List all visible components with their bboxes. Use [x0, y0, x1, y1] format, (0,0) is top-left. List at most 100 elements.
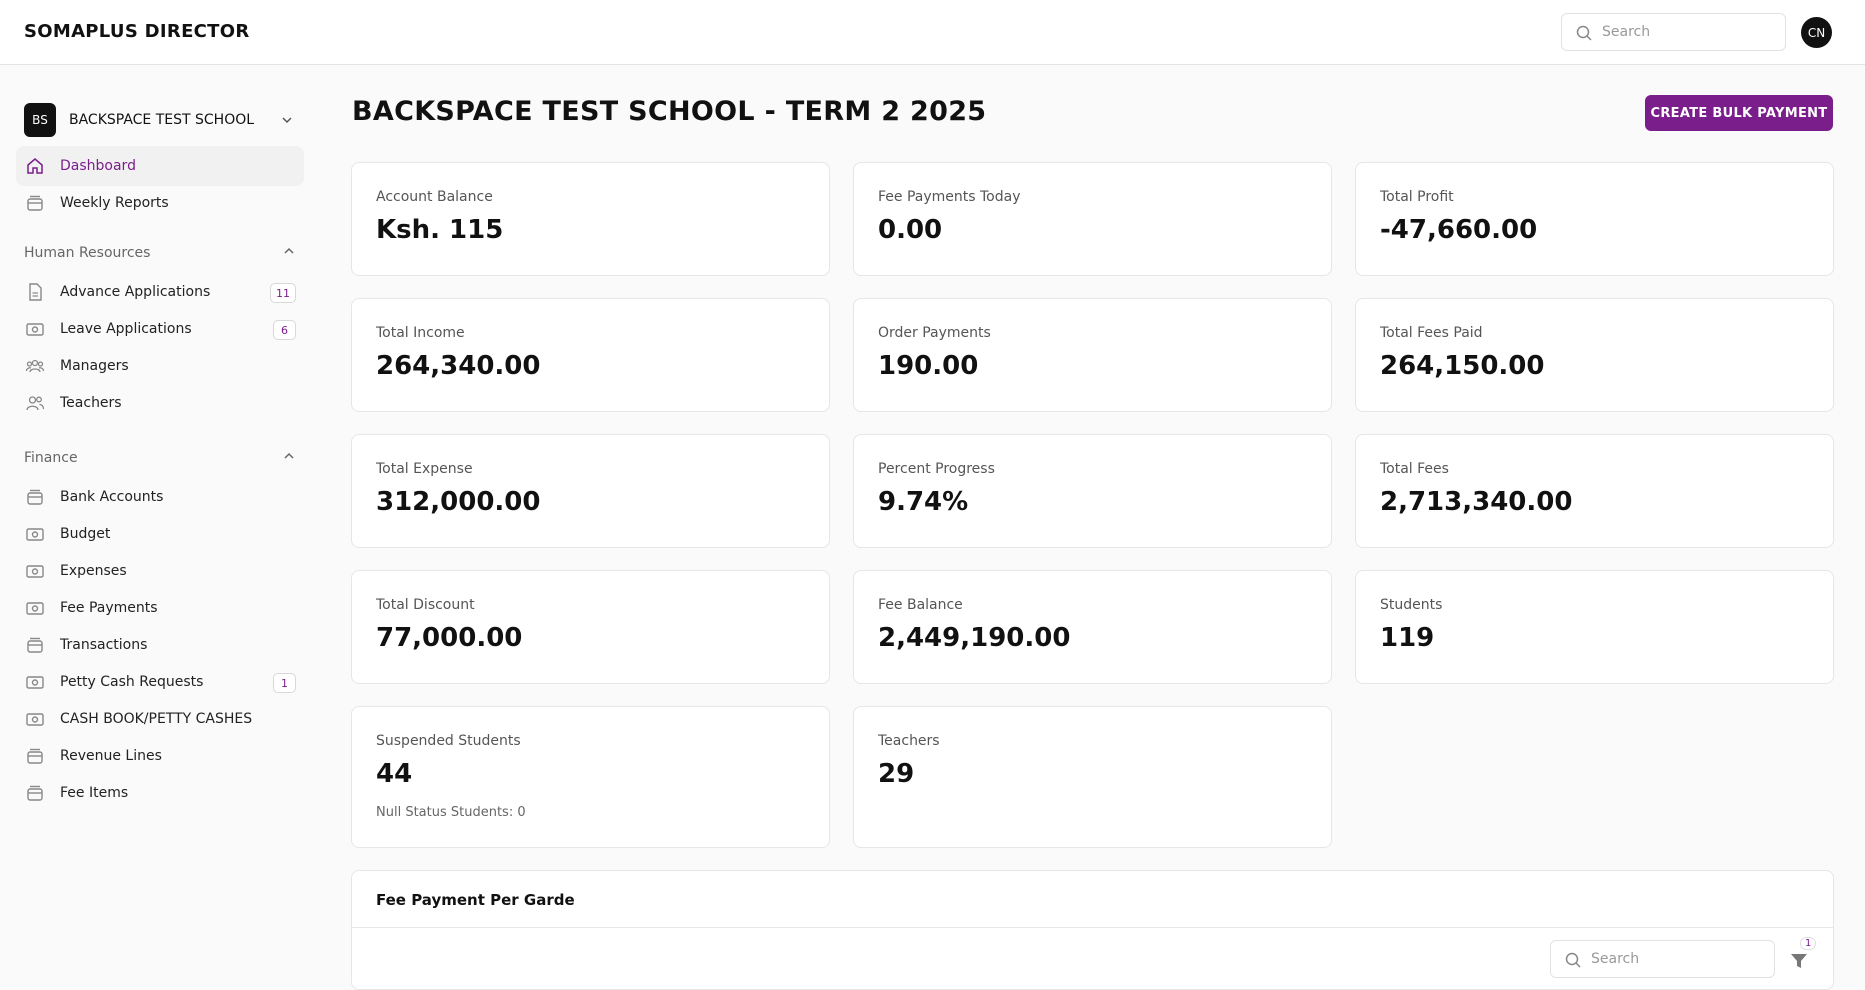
- sidebar-item-bank-accounts[interactable]: Bank Accounts: [16, 477, 304, 517]
- stat-value: 2,449,190.00: [878, 623, 1071, 653]
- sidebar-item-budget[interactable]: Budget: [16, 514, 304, 554]
- top-bar: SOMAPLUS DIRECTOR Search CN: [0, 0, 1865, 65]
- stat-value: 119: [1380, 623, 1435, 653]
- user-avatar[interactable]: CN: [1801, 17, 1832, 48]
- sidebar-item-transactions[interactable]: Transactions: [16, 625, 304, 665]
- filter-icon[interactable]: [1789, 951, 1809, 971]
- sidebar-item-label: Revenue Lines: [60, 748, 162, 764]
- school-switcher[interactable]: BS BACKSPACE TEST SCHOOL: [24, 103, 294, 137]
- app-brand: SOMAPLUS DIRECTOR: [24, 21, 250, 42]
- stat-value: 264,340.00: [376, 351, 541, 381]
- sidebar-item-fee-items[interactable]: Fee Items: [16, 773, 304, 813]
- sidebar-item-fee-payments[interactable]: Fee Payments: [16, 588, 304, 628]
- archive-icon: [24, 745, 46, 767]
- school-name: BACKSPACE TEST SCHOOL: [69, 112, 255, 128]
- users-group-icon: [24, 355, 46, 377]
- stat-value: -47,660.00: [1380, 215, 1538, 245]
- section-header-human-resources[interactable]: Human Resources: [24, 244, 296, 262]
- stat-value: 29: [878, 759, 915, 789]
- document-icon: [24, 281, 46, 303]
- sidebar-item-label: Managers: [60, 358, 129, 374]
- stat-label: Account Balance: [376, 189, 493, 205]
- banknote-icon: [24, 318, 46, 340]
- stat-card-fee-balance: Fee Balance 2,449,190.00: [853, 570, 1332, 684]
- search-placeholder: Search: [1591, 951, 1640, 967]
- search-icon: [1565, 952, 1581, 972]
- archive-icon: [24, 192, 46, 214]
- stat-value: 264,150.00: [1380, 351, 1545, 381]
- sidebar-item-label: Weekly Reports: [60, 195, 169, 211]
- sidebar-item-leave-applications[interactable]: Leave Applications 6: [16, 309, 304, 349]
- count-badge: 11: [270, 283, 296, 303]
- stat-card-total-discount: Total Discount 77,000.00: [351, 570, 830, 684]
- create-bulk-payment-button[interactable]: CREATE BULK PAYMENT: [1645, 95, 1833, 131]
- stat-card-fee-payments-today: Fee Payments Today 0.00: [853, 162, 1332, 276]
- stat-value: 9.74%: [878, 487, 969, 517]
- stat-label: Total Profit: [1380, 189, 1454, 205]
- stat-label: Total Expense: [376, 461, 473, 477]
- sidebar-item-label: Leave Applications: [60, 321, 192, 337]
- stat-value: 2,713,340.00: [1380, 487, 1573, 517]
- stat-card-students: Students 119: [1355, 570, 1834, 684]
- sidebar-item-expenses[interactable]: Expenses: [16, 551, 304, 591]
- stat-card-order-payments: Order Payments 190.00: [853, 298, 1332, 412]
- stat-label: Teachers: [878, 733, 940, 749]
- global-search-input[interactable]: Search: [1561, 13, 1786, 51]
- stat-label: Total Fees: [1380, 461, 1449, 477]
- chevron-up-icon: [282, 449, 296, 467]
- stat-card-total-income: Total Income 264,340.00: [351, 298, 830, 412]
- stat-value: 312,000.00: [376, 487, 541, 517]
- sidebar-item-label: Dashboard: [60, 158, 136, 174]
- stat-label: Total Fees Paid: [1380, 325, 1483, 341]
- sidebar-item-label: Fee Payments: [60, 600, 158, 616]
- sidebar-item-label: Advance Applications: [60, 284, 211, 300]
- count-badge: 6: [273, 320, 296, 340]
- section-header-finance[interactable]: Finance: [24, 449, 296, 467]
- filter-count-badge: 1: [1800, 937, 1817, 950]
- sidebar-item-weekly-reports[interactable]: Weekly Reports: [16, 183, 304, 223]
- sidebar-item-label: Fee Items: [60, 785, 129, 801]
- sidebar-item-label: Transactions: [60, 637, 148, 653]
- stat-value: 0.00: [878, 215, 943, 245]
- school-badge: BS: [24, 103, 56, 137]
- sidebar-item-label: Expenses: [60, 563, 127, 579]
- banknote-icon: [24, 560, 46, 582]
- sidebar-item-managers[interactable]: Managers: [16, 346, 304, 386]
- sidebar-item-advance-applications[interactable]: Advance Applications 11: [16, 272, 304, 312]
- sidebar-item-label: Petty Cash Requests: [60, 674, 204, 690]
- grade-search-input[interactable]: Search: [1550, 940, 1775, 978]
- sidebar-item-label: CASH BOOK/PETTY CASHES: [60, 711, 253, 727]
- stat-label: Percent Progress: [878, 461, 995, 477]
- stat-label: Order Payments: [878, 325, 991, 341]
- sidebar-item-label: Budget: [60, 526, 111, 542]
- banknote-icon: [24, 671, 46, 693]
- sidebar-item-label: Bank Accounts: [60, 489, 164, 505]
- stat-card-teachers: Teachers 29: [853, 706, 1332, 848]
- stat-label: Fee Balance: [878, 597, 963, 613]
- stat-value: 77,000.00: [376, 623, 523, 653]
- page-title: BACKSPACE TEST SCHOOL - TERM 2 2025: [352, 96, 987, 127]
- search-placeholder: Search: [1602, 24, 1651, 40]
- stat-card-percent-progress: Percent Progress 9.74%: [853, 434, 1332, 548]
- stat-card-total-fees: Total Fees 2,713,340.00: [1355, 434, 1834, 548]
- stat-card-total-fees-paid: Total Fees Paid 264,150.00: [1355, 298, 1834, 412]
- archive-icon: [24, 486, 46, 508]
- stat-card-total-profit: Total Profit -47,660.00: [1355, 162, 1834, 276]
- stat-label: Suspended Students: [376, 733, 521, 749]
- home-icon: [24, 155, 46, 177]
- sidebar-item-cash-book-petty-cashes[interactable]: CASH BOOK/PETTY CASHES: [16, 699, 304, 739]
- sidebar-item-revenue-lines[interactable]: Revenue Lines: [16, 736, 304, 776]
- sidebar-item-dashboard[interactable]: Dashboard: [16, 146, 304, 186]
- banknote-icon: [24, 708, 46, 730]
- section-title: Finance: [24, 450, 78, 466]
- sidebar-item-teachers[interactable]: Teachers: [16, 383, 304, 423]
- sidebar: BS BACKSPACE TEST SCHOOL Dashboard Weekly…: [0, 65, 320, 978]
- stat-card-account-balance: Account Balance Ksh. 115: [351, 162, 830, 276]
- archive-icon: [24, 634, 46, 656]
- stat-label: Students: [1380, 597, 1443, 613]
- panel-divider: [352, 927, 1833, 928]
- sidebar-item-petty-cash-requests[interactable]: Petty Cash Requests 1: [16, 662, 304, 702]
- stat-value: Ksh. 115: [376, 215, 504, 245]
- fee-payment-per-grade-panel: Fee Payment Per Garde Search 1: [351, 870, 1834, 990]
- archive-icon: [24, 782, 46, 804]
